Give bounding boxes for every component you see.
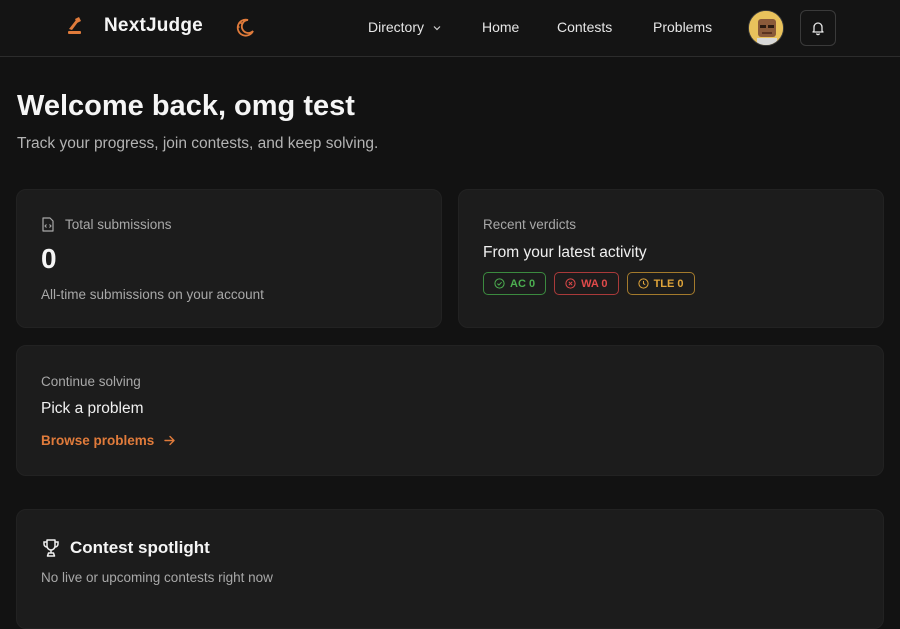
recent-verdicts-title: From your latest activity — [483, 244, 647, 261]
nav-contests[interactable]: Contests — [557, 19, 612, 35]
verdict-badge-wa: WA 0 — [554, 272, 619, 295]
contest-spotlight-caption: No live or upcoming contests right now — [41, 570, 273, 585]
check-circle-icon — [494, 278, 505, 289]
nav-directory[interactable]: Directory — [368, 19, 441, 35]
nav-problems[interactable]: Problems — [653, 19, 712, 35]
continue-solving-label: Continue solving — [41, 374, 141, 389]
avatar[interactable] — [748, 10, 784, 46]
recent-verdicts-card: Recent verdicts From your latest activit… — [458, 189, 884, 328]
verdict-badge-ac: AC 0 — [483, 272, 547, 295]
recent-verdicts-label: Recent verdicts — [483, 217, 577, 232]
page-title: Welcome back, omg test — [17, 90, 355, 122]
trophy-icon — [43, 539, 59, 557]
page-subtitle: Track your progress, join contests, and … — [17, 135, 379, 152]
nav-directory-label: Directory — [368, 19, 425, 35]
arrow-right-icon — [164, 435, 175, 446]
verdict-badge-tle: TLE 0 — [626, 272, 695, 295]
browse-problems-link[interactable]: Browse problems — [41, 433, 176, 448]
continue-solving-title: Pick a problem — [41, 400, 144, 417]
browse-problems-label: Browse problems — [41, 433, 155, 448]
contest-spotlight-card: Contest spotlight No live or upcoming co… — [16, 509, 884, 629]
chevron-down-icon — [433, 26, 441, 31]
contest-spotlight-title: Contest spotlight — [70, 538, 210, 557]
verdict-badge-tle-label: TLE 0 — [653, 277, 684, 290]
total-submissions-caption: All-time submissions on your account — [41, 287, 264, 302]
total-submissions-header: Total submissions — [41, 217, 172, 232]
nav-home[interactable]: Home — [482, 19, 519, 35]
verdict-badges: AC 0 WA 0 TLE 0 — [483, 272, 703, 295]
avatar-image — [749, 11, 783, 45]
clock-icon — [637, 278, 649, 289]
total-submissions-card: Total submissions 0 All-time submissions… — [16, 189, 442, 328]
bell-icon — [812, 22, 824, 36]
verdict-badge-ac-label: AC 0 — [510, 277, 536, 290]
x-circle-icon — [565, 278, 576, 289]
total-submissions-label: Total submissions — [65, 217, 172, 232]
verdict-badge-wa-label: WA 0 — [581, 277, 608, 290]
file-code-icon — [42, 217, 54, 232]
contest-spotlight-header: Contest spotlight — [41, 538, 210, 558]
continue-solving-card: Continue solving Pick a problem Browse p… — [16, 345, 884, 476]
notifications-button[interactable] — [800, 10, 836, 46]
top-navbar: NextJudge Directory Home Contests Proble… — [0, 0, 900, 57]
total-submissions-value: 0 — [41, 243, 57, 274]
